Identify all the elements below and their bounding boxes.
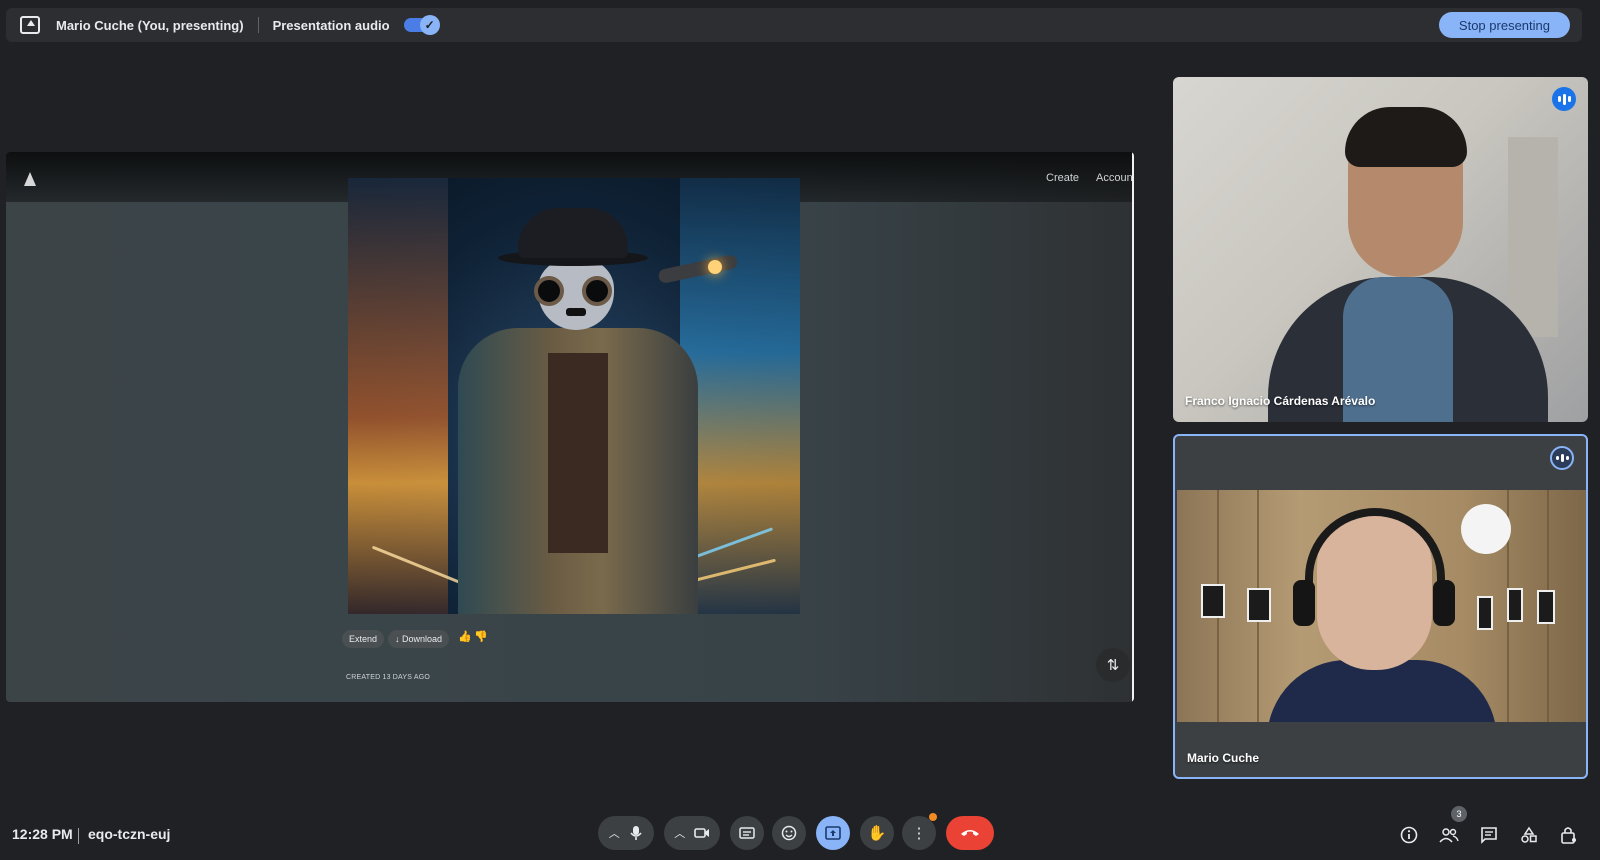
- videocam-icon[interactable]: [693, 827, 710, 839]
- people-icon[interactable]: [1436, 822, 1462, 848]
- extend-button[interactable]: Extend: [342, 630, 385, 648]
- chat-icon[interactable]: [1476, 822, 1502, 848]
- generated-artwork-image: [348, 178, 800, 614]
- present-button[interactable]: [816, 816, 850, 850]
- nav-account-link[interactable]: Account: [1096, 172, 1134, 184]
- stop-presenting-button[interactable]: Stop presenting: [1438, 12, 1570, 38]
- participant-name: Franco Ignacio Cárdenas Arévalo: [1185, 394, 1376, 408]
- mic-icon[interactable]: [629, 825, 643, 841]
- site-logo-icon: [22, 170, 40, 188]
- camera-control[interactable]: ︿: [664, 816, 720, 850]
- meeting-code: eqo-tczn-euj: [88, 826, 171, 842]
- swap-arrows-icon[interactable]: ⇅: [1096, 648, 1130, 682]
- participant-count-badge: 3: [1451, 806, 1467, 822]
- info-icon[interactable]: [1396, 822, 1422, 848]
- check-icon: ✓: [419, 15, 440, 35]
- chevron-up-icon[interactable]: ︿: [674, 825, 685, 841]
- lock-person-icon[interactable]: [1556, 822, 1582, 848]
- participant-name: Mario Cuche: [1187, 751, 1260, 765]
- thumbs-up-icon[interactable]: 👍: [458, 630, 472, 643]
- more-vert-icon: ⋮: [911, 825, 927, 842]
- mic-control[interactable]: ︿: [598, 816, 654, 850]
- participant-tile[interactable]: Franco Ignacio Cárdenas Arévalo: [1173, 77, 1588, 422]
- created-timestamp: CREATED 13 DAYS AGO: [346, 674, 431, 681]
- notification-dot: [929, 813, 937, 821]
- self-video: [1177, 490, 1586, 722]
- present-to-all-icon: [20, 16, 40, 34]
- speaking-indicator-icon: [1552, 87, 1576, 111]
- raise-hand-icon: ✋: [867, 825, 887, 842]
- presenter-label: Mario Cuche (You, presenting): [56, 17, 244, 33]
- presentation-audio-label: Presentation audio: [272, 17, 390, 33]
- download-button[interactable]: ↓ Download: [388, 630, 450, 648]
- emoji-button[interactable]: [772, 816, 806, 850]
- present-to-all-icon: [825, 826, 841, 840]
- divider: [257, 17, 259, 33]
- participant-tile-self[interactable]: Mario Cuche: [1173, 434, 1588, 779]
- thumbs-down-icon[interactable]: 👎: [474, 630, 488, 643]
- nav-create-link[interactable]: Create: [1046, 172, 1079, 184]
- clock: 12:28 PM: [12, 826, 73, 842]
- shared-screen: Create Account Extend ↓ Download 👍 👎 CRE…: [6, 152, 1134, 702]
- call-end-icon: [960, 828, 980, 838]
- divider: [78, 828, 79, 844]
- captions-icon: [739, 827, 755, 839]
- activities-icon[interactable]: [1516, 822, 1542, 848]
- captions-button[interactable]: [730, 816, 764, 850]
- emoji-icon: [781, 825, 797, 841]
- raise-hand-button[interactable]: ✋: [860, 816, 894, 850]
- chevron-up-icon[interactable]: ︿: [609, 825, 620, 841]
- presenting-bar: Mario Cuche (You, presenting) Presentati…: [6, 8, 1582, 42]
- more-options-button[interactable]: ⋮: [902, 816, 936, 850]
- speaking-indicator-icon: [1550, 446, 1574, 470]
- presentation-audio-toggle[interactable]: ✓: [403, 15, 440, 35]
- leave-call-button[interactable]: [946, 816, 994, 850]
